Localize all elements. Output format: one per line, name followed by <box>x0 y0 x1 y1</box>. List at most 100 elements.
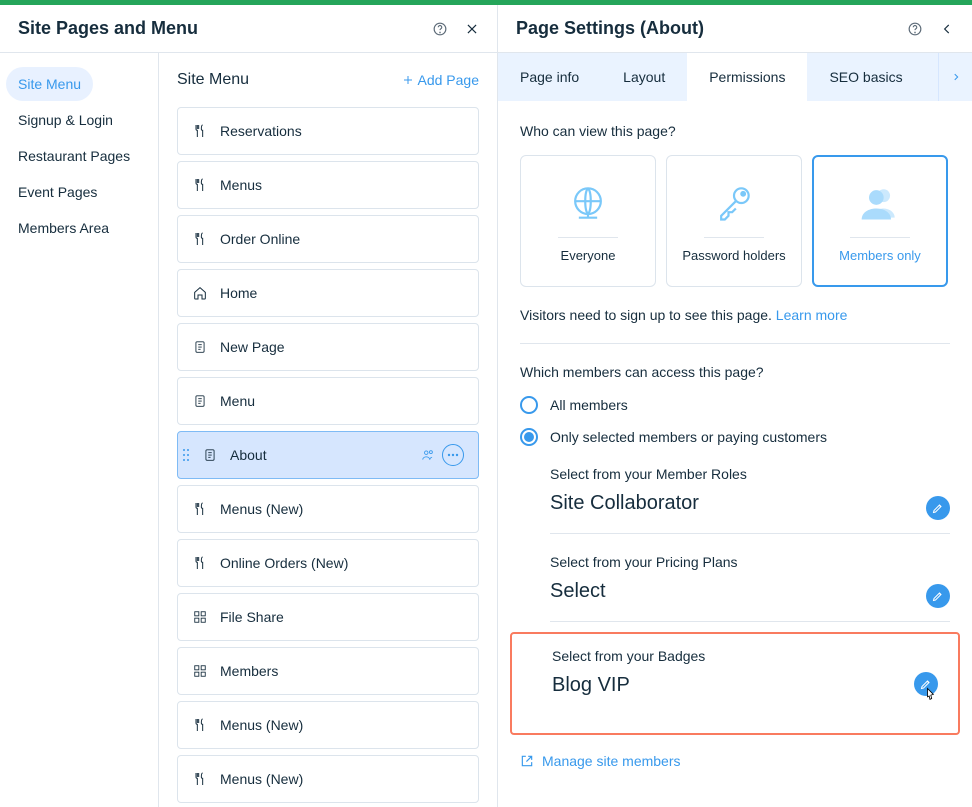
page-label: Online Orders (New) <box>220 555 348 571</box>
nav-item-site-menu[interactable]: Site Menu <box>6 67 93 101</box>
radio-option[interactable]: Only selected members or paying customer… <box>520 428 950 446</box>
page-row[interactable]: File Share <box>177 593 479 641</box>
page-icon <box>202 447 218 463</box>
left-panel-header: Site Pages and Menu <box>0 5 497 53</box>
more-actions-button[interactable] <box>442 444 464 466</box>
plans-label: Select from your Pricing Plans <box>550 554 950 570</box>
who-can-view-label: Who can view this page? <box>520 123 950 139</box>
help-icon[interactable] <box>908 22 922 36</box>
page-icon <box>192 393 208 409</box>
members-icon <box>420 448 436 462</box>
page-label: Reservations <box>220 123 302 139</box>
page-row[interactable]: Order Online <box>177 215 479 263</box>
page-label: Home <box>220 285 257 301</box>
tabs-scroll-right-button[interactable] <box>938 53 972 101</box>
page-row[interactable]: Members <box>177 647 479 695</box>
page-row[interactable]: Menus (New) <box>177 701 479 749</box>
drag-handle-icon[interactable] <box>182 448 190 462</box>
signup-info: Visitors need to sign up to see this pag… <box>520 307 950 323</box>
pages-section-title: Site Menu <box>177 71 249 89</box>
nav-item-members-area[interactable]: Members Area <box>6 211 121 245</box>
close-icon[interactable] <box>465 22 479 36</box>
page-settings-panel: Page Settings (About) Page infoLayoutPer… <box>498 5 972 807</box>
page-icon <box>192 339 208 355</box>
page-row[interactable]: Menus (New) <box>177 485 479 533</box>
page-label: Menu <box>220 393 255 409</box>
card-label: Everyone <box>561 248 616 263</box>
fork-icon <box>192 231 208 247</box>
tab-layout[interactable]: Layout <box>601 53 687 101</box>
nav-item-restaurant-pages[interactable]: Restaurant Pages <box>6 139 142 173</box>
radio-option[interactable]: All members <box>520 396 950 414</box>
page-row[interactable]: New Page <box>177 323 479 371</box>
page-label: File Share <box>220 609 284 625</box>
visibility-card-everyone[interactable]: Everyone <box>520 155 656 287</box>
badges-block: Select from your Badges Blog VIP <box>524 648 946 697</box>
page-label: Menus (New) <box>220 501 303 517</box>
page-label: Menus (New) <box>220 771 303 787</box>
right-panel-header: Page Settings (About) <box>498 5 972 53</box>
page-label: Order Online <box>220 231 300 247</box>
page-row[interactable]: Menus (New) <box>177 755 479 803</box>
page-label: New Page <box>220 339 285 355</box>
pages-list: Site Menu Add Page Reservations Menus Orde… <box>158 53 497 807</box>
panel-title: Site Pages and Menu <box>18 18 198 39</box>
visibility-card-password-holders[interactable]: Password holders <box>666 155 802 287</box>
page-label: Menus <box>220 177 262 193</box>
badges-value: Blog VIP <box>552 674 946 697</box>
help-icon[interactable] <box>433 22 447 36</box>
fork-icon <box>192 123 208 139</box>
tab-seo-basics[interactable]: SEO basics <box>807 53 924 101</box>
card-label: Members only <box>839 248 921 263</box>
page-label: About <box>230 447 267 463</box>
page-row[interactable]: Online Orders (New) <box>177 539 479 587</box>
tab-permissions[interactable]: Permissions <box>687 53 807 101</box>
roles-label: Select from your Member Roles <box>550 466 950 482</box>
page-row[interactable]: Menus <box>177 161 479 209</box>
pricing-plans-block: Select from your Pricing Plans Select <box>520 554 950 622</box>
badges-label: Select from your Badges <box>552 648 946 664</box>
globe-icon <box>566 179 610 227</box>
grid-icon <box>192 664 208 678</box>
fork-icon <box>192 717 208 733</box>
page-label: Members <box>220 663 278 679</box>
radio-icon <box>520 428 538 446</box>
nav-item-event-pages[interactable]: Event Pages <box>6 175 109 209</box>
nav-sidebar: Site MenuSignup & LoginRestaurant PagesE… <box>0 53 158 807</box>
people-icon <box>858 179 902 227</box>
fork-icon <box>192 177 208 193</box>
edit-roles-button[interactable] <box>926 496 950 520</box>
plans-value: Select <box>550 580 950 603</box>
home-icon <box>192 285 208 301</box>
fork-icon <box>192 771 208 787</box>
site-pages-panel: Site Pages and Menu Site MenuSignup & Lo… <box>0 5 498 807</box>
page-row[interactable]: About <box>177 431 479 479</box>
visibility-card-members-only[interactable]: Members only <box>812 155 948 287</box>
page-label: Menus (New) <box>220 717 303 733</box>
nav-item-signup-login[interactable]: Signup & Login <box>6 103 125 137</box>
radio-label: Only selected members or paying customer… <box>550 429 827 445</box>
edit-plans-button[interactable] <box>926 584 950 608</box>
manage-members-link[interactable]: Manage site members <box>520 753 950 769</box>
fork-icon <box>192 501 208 517</box>
back-icon[interactable] <box>940 22 954 36</box>
card-label: Password holders <box>682 248 785 263</box>
fork-icon <box>192 555 208 571</box>
which-members-label: Which members can access this page? <box>520 364 950 380</box>
add-page-button[interactable]: Add Page <box>402 72 480 88</box>
page-row[interactable]: Menu <box>177 377 479 425</box>
learn-more-link[interactable]: Learn more <box>776 307 848 323</box>
cursor-icon <box>920 686 940 706</box>
radio-label: All members <box>550 397 628 413</box>
page-row[interactable]: Home <box>177 269 479 317</box>
tab-page-info[interactable]: Page info <box>498 53 601 101</box>
page-row[interactable]: Reservations <box>177 107 479 155</box>
member-roles-block: Select from your Member Roles Site Colla… <box>520 466 950 534</box>
key-icon <box>712 179 756 227</box>
badges-highlight: Select from your Badges Blog VIP <box>510 632 960 735</box>
roles-value: Site Collaborator <box>550 492 950 515</box>
settings-tabs: Page infoLayoutPermissionsSEO basics <box>498 53 972 101</box>
settings-title: Page Settings (About) <box>516 18 704 39</box>
radio-icon <box>520 396 538 414</box>
grid-icon <box>192 610 208 624</box>
